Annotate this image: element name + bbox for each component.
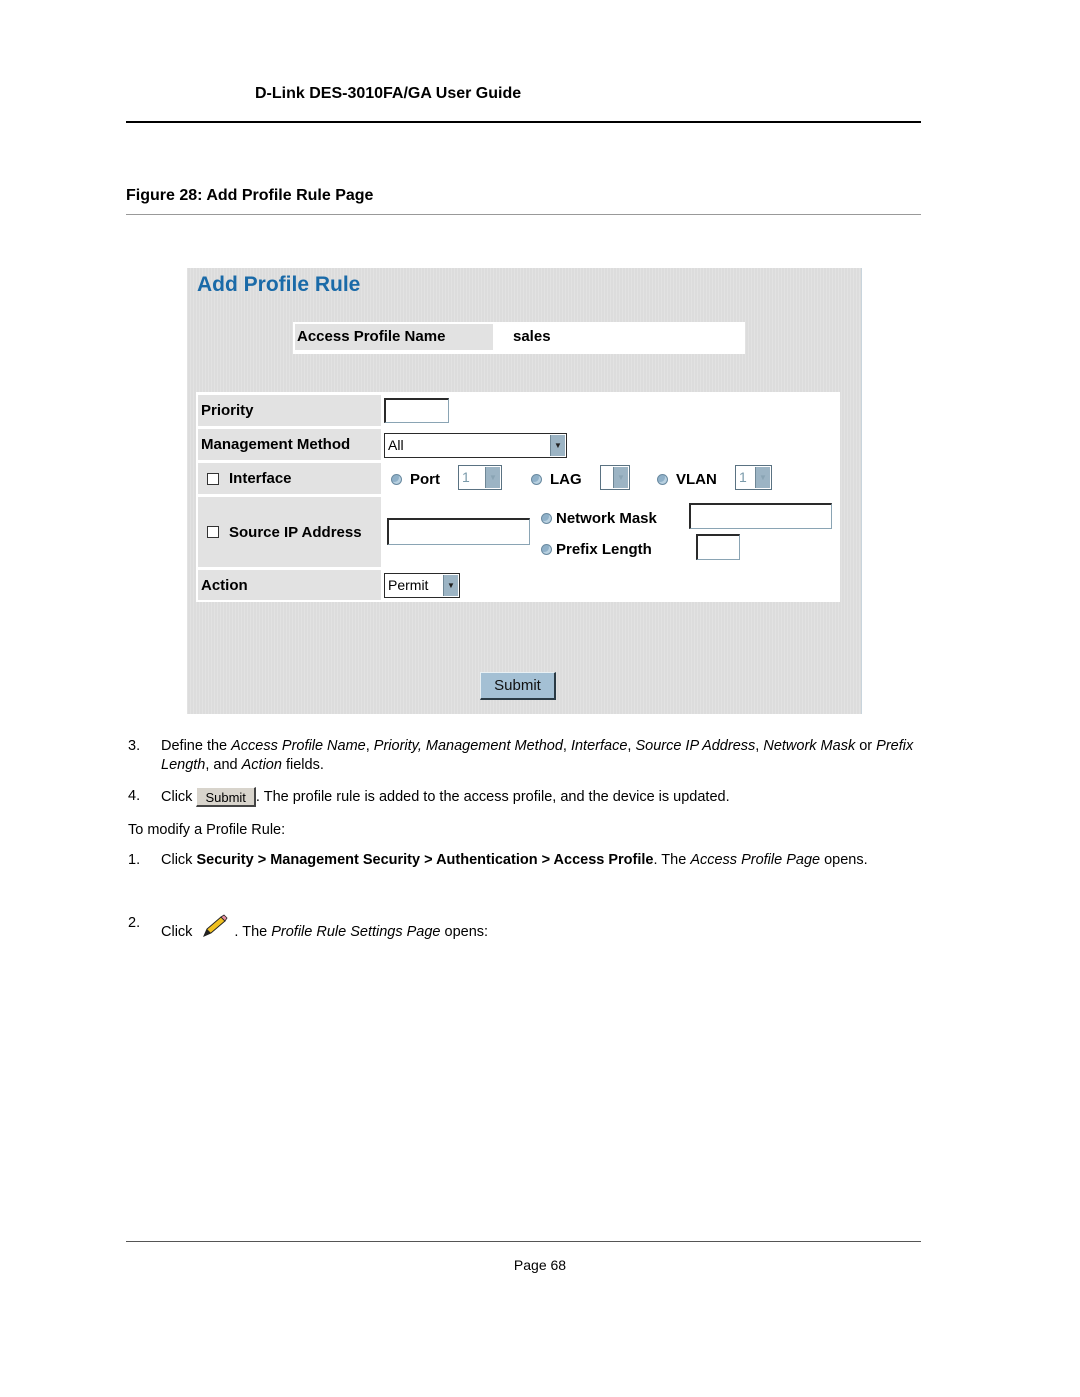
- management-method-label: Management Method: [198, 429, 381, 460]
- source-ip-label-text: Source IP Address: [229, 523, 362, 541]
- interface-checkbox[interactable]: [207, 472, 219, 485]
- lag-label: LAG: [550, 471, 582, 488]
- source-ip-label: Source IP Address: [198, 497, 381, 567]
- chevron-down-icon[interactable]: ▼: [613, 467, 628, 488]
- radio-button-icon[interactable]: [541, 513, 552, 524]
- step-number: 3.: [128, 738, 141, 754]
- modify-step-1-text: Click Security > Management Security > A…: [161, 851, 931, 870]
- document-header: D-Link DES-3010FA/GA User Guide: [255, 85, 522, 102]
- profile-rule-form: Priority Management Method All ▼ Interfa…: [196, 392, 840, 602]
- access-profile-name-value: sales: [513, 328, 551, 345]
- management-method-value: All: [388, 437, 404, 453]
- access-profile-name-label: Access Profile Name: [295, 324, 493, 350]
- page-number: Page 68: [513, 1257, 567, 1273]
- step-3-run: or: [855, 738, 877, 754]
- management-method-label-text: Management Method: [201, 436, 351, 453]
- figure-caption: Figure 28: Add Profile Rule Page: [126, 187, 374, 204]
- prefix-length-radio[interactable]: Prefix Length: [541, 541, 652, 558]
- step-3-run: ,: [365, 738, 374, 754]
- modify-intro: To modify a Profile Rule:: [128, 822, 286, 838]
- step-3-run: fields.: [281, 757, 324, 773]
- action-value: Permit: [388, 577, 429, 593]
- step-4-text: Click Submit. The profile rule is added …: [161, 787, 931, 807]
- click-text: Click: [161, 924, 193, 940]
- modify-step-2-text: Click . The Profile Rule Settings Page o…: [161, 914, 931, 942]
- lag-radio[interactable]: LAG: [531, 471, 582, 488]
- vlan-radio[interactable]: VLAN: [657, 471, 717, 488]
- modify-step-1-run: Security > Management Security > Authent…: [196, 852, 654, 868]
- step-3-run: Action: [241, 757, 282, 773]
- network-mask-input[interactable]: [689, 503, 832, 529]
- modify-step-1-run: opens.: [820, 852, 868, 868]
- step-3-run: , and: [205, 757, 242, 773]
- prefix-length-label: Prefix Length: [556, 541, 652, 558]
- modify-step-2-post: opens:: [440, 924, 489, 940]
- prefix-length-input[interactable]: [696, 534, 740, 560]
- network-mask-label: Network Mask: [556, 510, 657, 527]
- lag-select[interactable]: ▼: [600, 465, 630, 490]
- vlan-select[interactable]: 1 ▼: [735, 465, 772, 490]
- step-3-text: Define the Access Profile Name, Priority…: [161, 737, 931, 775]
- action-select[interactable]: Permit ▼: [384, 573, 460, 598]
- header-divider: [126, 121, 921, 123]
- interface-label: Interface: [198, 463, 381, 494]
- step-3-run: Priority, Management Method: [373, 738, 563, 754]
- action-label-text: Action: [201, 576, 248, 594]
- page-title: Add Profile Rule: [197, 273, 361, 296]
- radio-button-icon[interactable]: [657, 474, 668, 485]
- step-number: 2.: [128, 915, 141, 931]
- modify-step-2-pre: . The: [234, 924, 272, 940]
- action-label: Action: [198, 570, 381, 600]
- port-value: 1: [462, 469, 470, 485]
- modify-step-1-run: . The: [653, 852, 691, 868]
- port-select[interactable]: 1 ▼: [458, 465, 502, 490]
- caption-divider: [126, 214, 921, 215]
- submit-button[interactable]: Submit: [480, 672, 556, 700]
- radio-button-icon[interactable]: [391, 474, 402, 485]
- priority-label-text: Priority: [201, 402, 254, 419]
- interface-label-text: Interface: [229, 470, 292, 487]
- priority-input[interactable]: [384, 398, 449, 423]
- step-4-after-text: . The profile rule is added to the acces…: [255, 788, 730, 805]
- step-3-run: ,: [562, 738, 571, 754]
- step-3-run: Interface: [570, 738, 628, 754]
- vlan-value: 1: [739, 469, 747, 485]
- port-label: Port: [410, 471, 440, 488]
- source-ip-input[interactable]: [387, 518, 530, 545]
- chevron-down-icon[interactable]: ▼: [443, 575, 458, 596]
- chevron-down-icon[interactable]: ▼: [485, 467, 500, 488]
- vlan-label: VLAN: [676, 471, 717, 488]
- source-ip-checkbox[interactable]: [207, 526, 219, 538]
- step-number: 4.: [128, 788, 141, 804]
- submit-button-image: Submit: [196, 787, 256, 807]
- radio-button-icon[interactable]: [531, 474, 542, 485]
- add-profile-rule-screenshot: Add Profile Rule Access Profile Name sal…: [187, 268, 862, 714]
- chevron-down-icon[interactable]: ▼: [550, 435, 565, 456]
- access-profile-name-row: Access Profile Name sales: [293, 322, 745, 354]
- click-text: Click: [161, 788, 193, 805]
- step-3-run: Define the: [161, 738, 232, 754]
- chevron-down-icon[interactable]: ▼: [755, 467, 770, 488]
- modify-step-1-run: Click: [161, 852, 197, 868]
- footer-divider: [126, 1241, 921, 1242]
- management-method-select[interactable]: All ▼: [384, 433, 567, 458]
- pencil-edit-icon: [203, 914, 228, 937]
- port-radio[interactable]: Port: [391, 471, 440, 488]
- step-3-run: Access Profile Name: [231, 738, 366, 754]
- step-3-run: Source IP Address: [635, 738, 756, 754]
- modify-step-1-run: Access Profile Page: [690, 852, 821, 868]
- network-mask-radio[interactable]: Network Mask: [541, 510, 657, 527]
- profile-rule-settings-page-ref: Profile Rule Settings Page: [271, 924, 441, 940]
- step-number: 1.: [128, 852, 141, 868]
- radio-button-icon[interactable]: [541, 544, 552, 555]
- step-3-run: Network Mask: [763, 738, 856, 754]
- priority-label: Priority: [198, 395, 381, 426]
